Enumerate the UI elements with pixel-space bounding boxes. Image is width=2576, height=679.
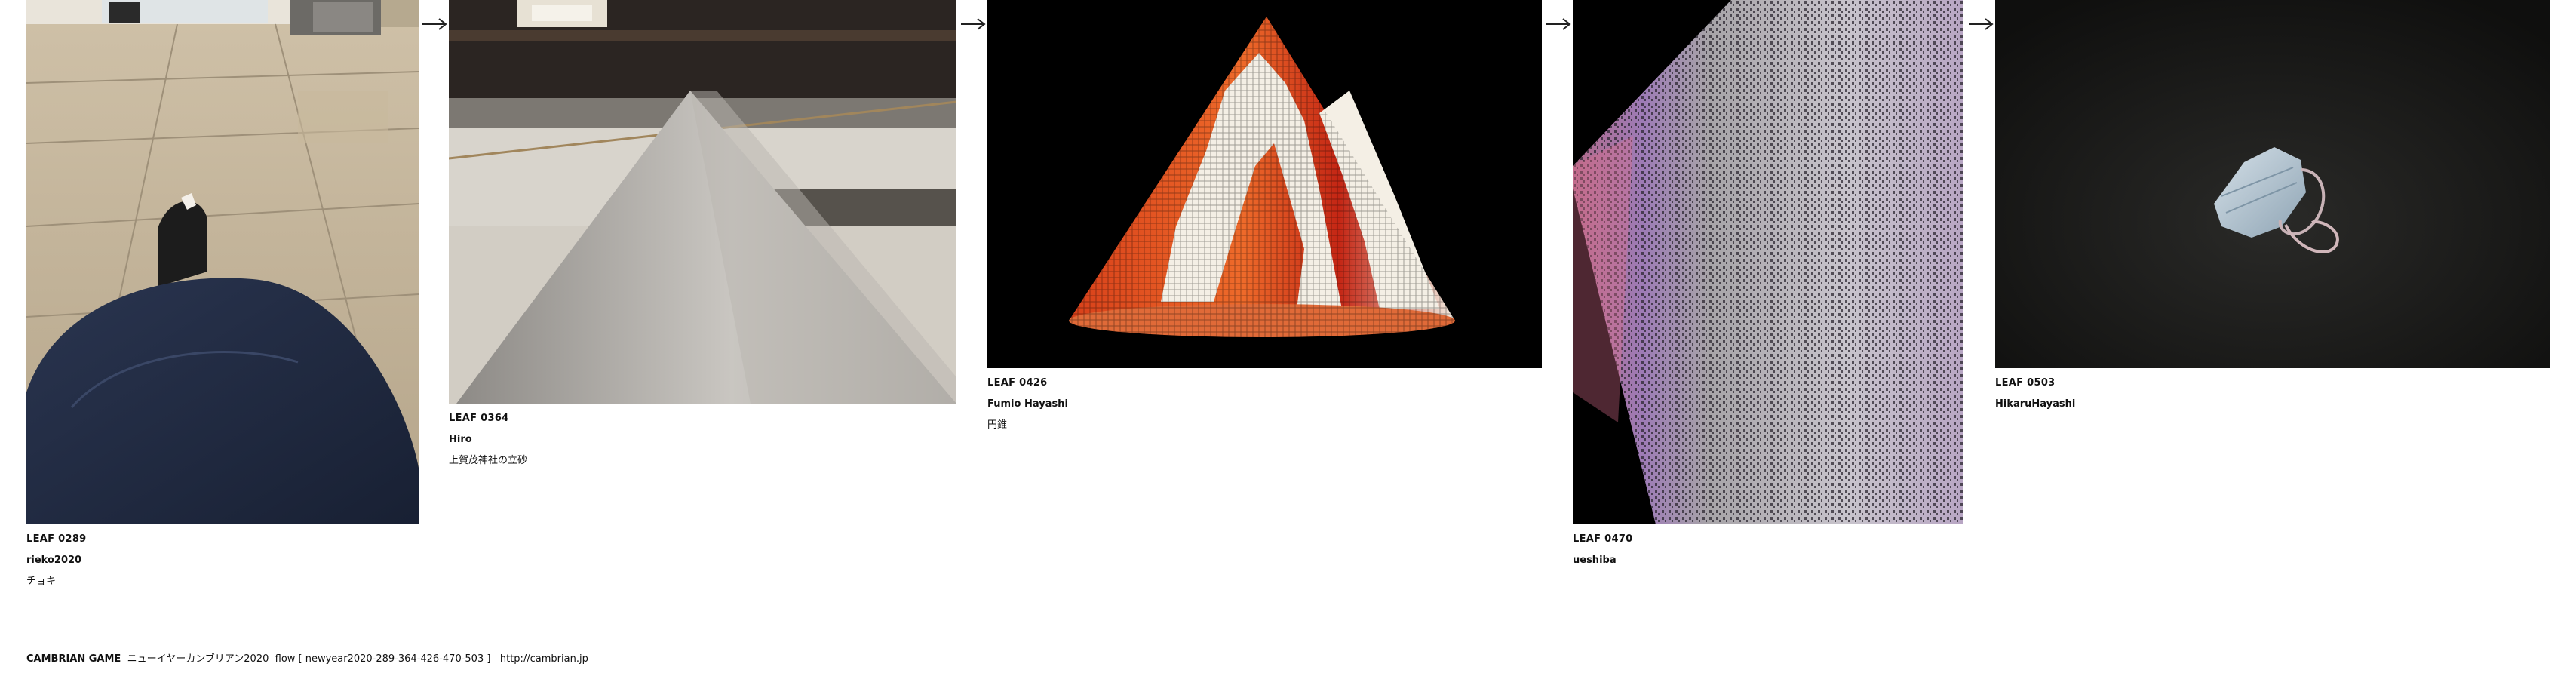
author-name[interactable]: Hiro (449, 435, 956, 445)
leaf-number: LEAF 0503 (1995, 377, 2056, 389)
leaf-photo-0426[interactable] (987, 0, 1542, 368)
leaf-photo-0289[interactable] (26, 0, 419, 524)
arrow-right-icon (961, 18, 986, 30)
leaf-number: LEAF 0289 (26, 533, 87, 545)
leaf-number: LEAF 0364 (449, 413, 509, 424)
work-title: 円錐 (987, 419, 1008, 431)
leaf-card: LEAF 0470 ueshiba (1573, 0, 1963, 566)
leaf-card: LEAF 0426 Fumio Hayashi 円錐 (987, 0, 1542, 431)
flow-description: ニューイヤーカンブリアン2020 flow [ newyear2020-289-… (127, 653, 491, 665)
leaf-card: LEAF 0364 Hiro 上賀茂神社の立砂 (449, 0, 956, 466)
leaf-number: LEAF 0426 (987, 377, 1048, 389)
work-title: チョキ (26, 576, 57, 587)
arrow-right-icon (1969, 18, 1994, 30)
leaf-card: LEAF 0289 rieko2020 チョキ (26, 0, 419, 587)
leaf-photo-0364[interactable] (449, 0, 956, 404)
leaf-card: LEAF 0503 HikaruHayashi (1995, 0, 2550, 410)
site-link[interactable]: http://cambrian.jp (500, 653, 588, 665)
leaf-number: LEAF 0470 (1573, 533, 1633, 545)
flow-footer: CAMBRIAN GAME ニューイヤーカンブリアン2020 flow [ ne… (26, 653, 588, 665)
leaf-photo-0470[interactable] (1573, 0, 1963, 524)
leaf-photo-0503[interactable] (1995, 0, 2550, 368)
author-name[interactable]: HikaruHayashi (1995, 399, 2550, 410)
game-name: CAMBRIAN GAME (26, 653, 121, 665)
arrow-right-icon (422, 18, 447, 30)
author-name[interactable]: ueshiba (1573, 555, 1963, 566)
arrow-right-icon (1546, 18, 1571, 30)
author-name[interactable]: Fumio Hayashi (987, 399, 1542, 410)
author-name[interactable]: rieko2020 (26, 555, 419, 566)
work-title: 上賀茂神社の立砂 (449, 455, 528, 466)
